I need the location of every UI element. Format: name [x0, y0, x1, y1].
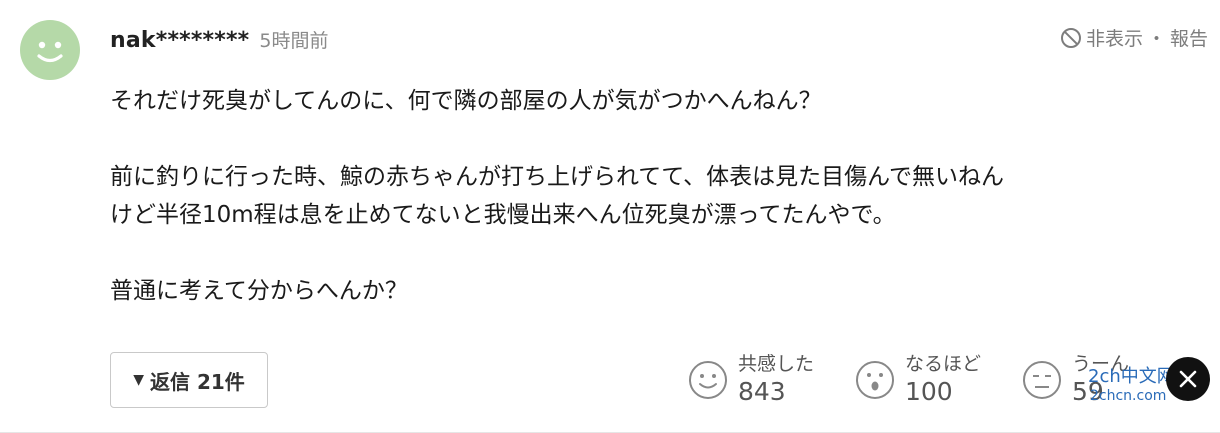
hide-report-controls: 非表示 ・ 報告	[1060, 24, 1208, 51]
surprised-icon	[856, 361, 894, 399]
post-time: 5時間前	[259, 30, 329, 52]
reaction-label: 共感した	[738, 353, 815, 375]
share-x-button[interactable]	[1166, 357, 1210, 401]
username[interactable]: nak********	[110, 28, 249, 53]
x-logo-icon	[1179, 370, 1197, 388]
reaction-hmm[interactable]: うーん 59	[1022, 352, 1129, 408]
comment-line: 普通に考えて分からへんか？	[110, 278, 408, 304]
triangle-down-icon: ▼	[133, 372, 144, 388]
reaction-count: 59	[1072, 377, 1104, 406]
reaction-empathy[interactable]: 共感した 843	[688, 352, 814, 408]
reaction-count: 100	[905, 377, 953, 406]
smile-icon	[689, 361, 727, 399]
avatar	[20, 20, 80, 80]
ban-icon	[1060, 27, 1081, 48]
comment-line: けど半径10m程は息を止めてないと我慢出来へん位死臭が漂ってたんやで。	[110, 202, 896, 228]
hmm-icon	[1023, 361, 1061, 399]
hide-link[interactable]: 非表示	[1086, 24, 1143, 51]
reaction-label: なるほど	[905, 353, 982, 375]
comment-body: それだけ死臭がしてんのに、何で隣の部屋の人が気がつかへんねん？ 前に釣りに行った…	[110, 82, 1200, 310]
report-link[interactable]: 報告	[1170, 24, 1208, 51]
reply-button-label: 返信 21件	[149, 369, 245, 394]
comment-line: 前に釣りに行った時、鯨の赤ちゃんが打ち上げられてて、体表は見た目傷んで無いねん	[110, 164, 1005, 190]
reaction-label: うーん	[1072, 353, 1130, 375]
reaction-count: 843	[738, 377, 786, 406]
comment-header: nak******** 5時間前	[110, 26, 328, 53]
reaction-naruhodo[interactable]: なるほど 100	[855, 352, 981, 408]
separator: ・	[1146, 28, 1166, 50]
comment-line: それだけ死臭がしてんのに、何で隣の部屋の人が気がつかへんねん？	[110, 88, 822, 114]
smiley-avatar-icon	[37, 41, 63, 63]
reply-button[interactable]: ▼ 返信 21件	[110, 352, 268, 408]
